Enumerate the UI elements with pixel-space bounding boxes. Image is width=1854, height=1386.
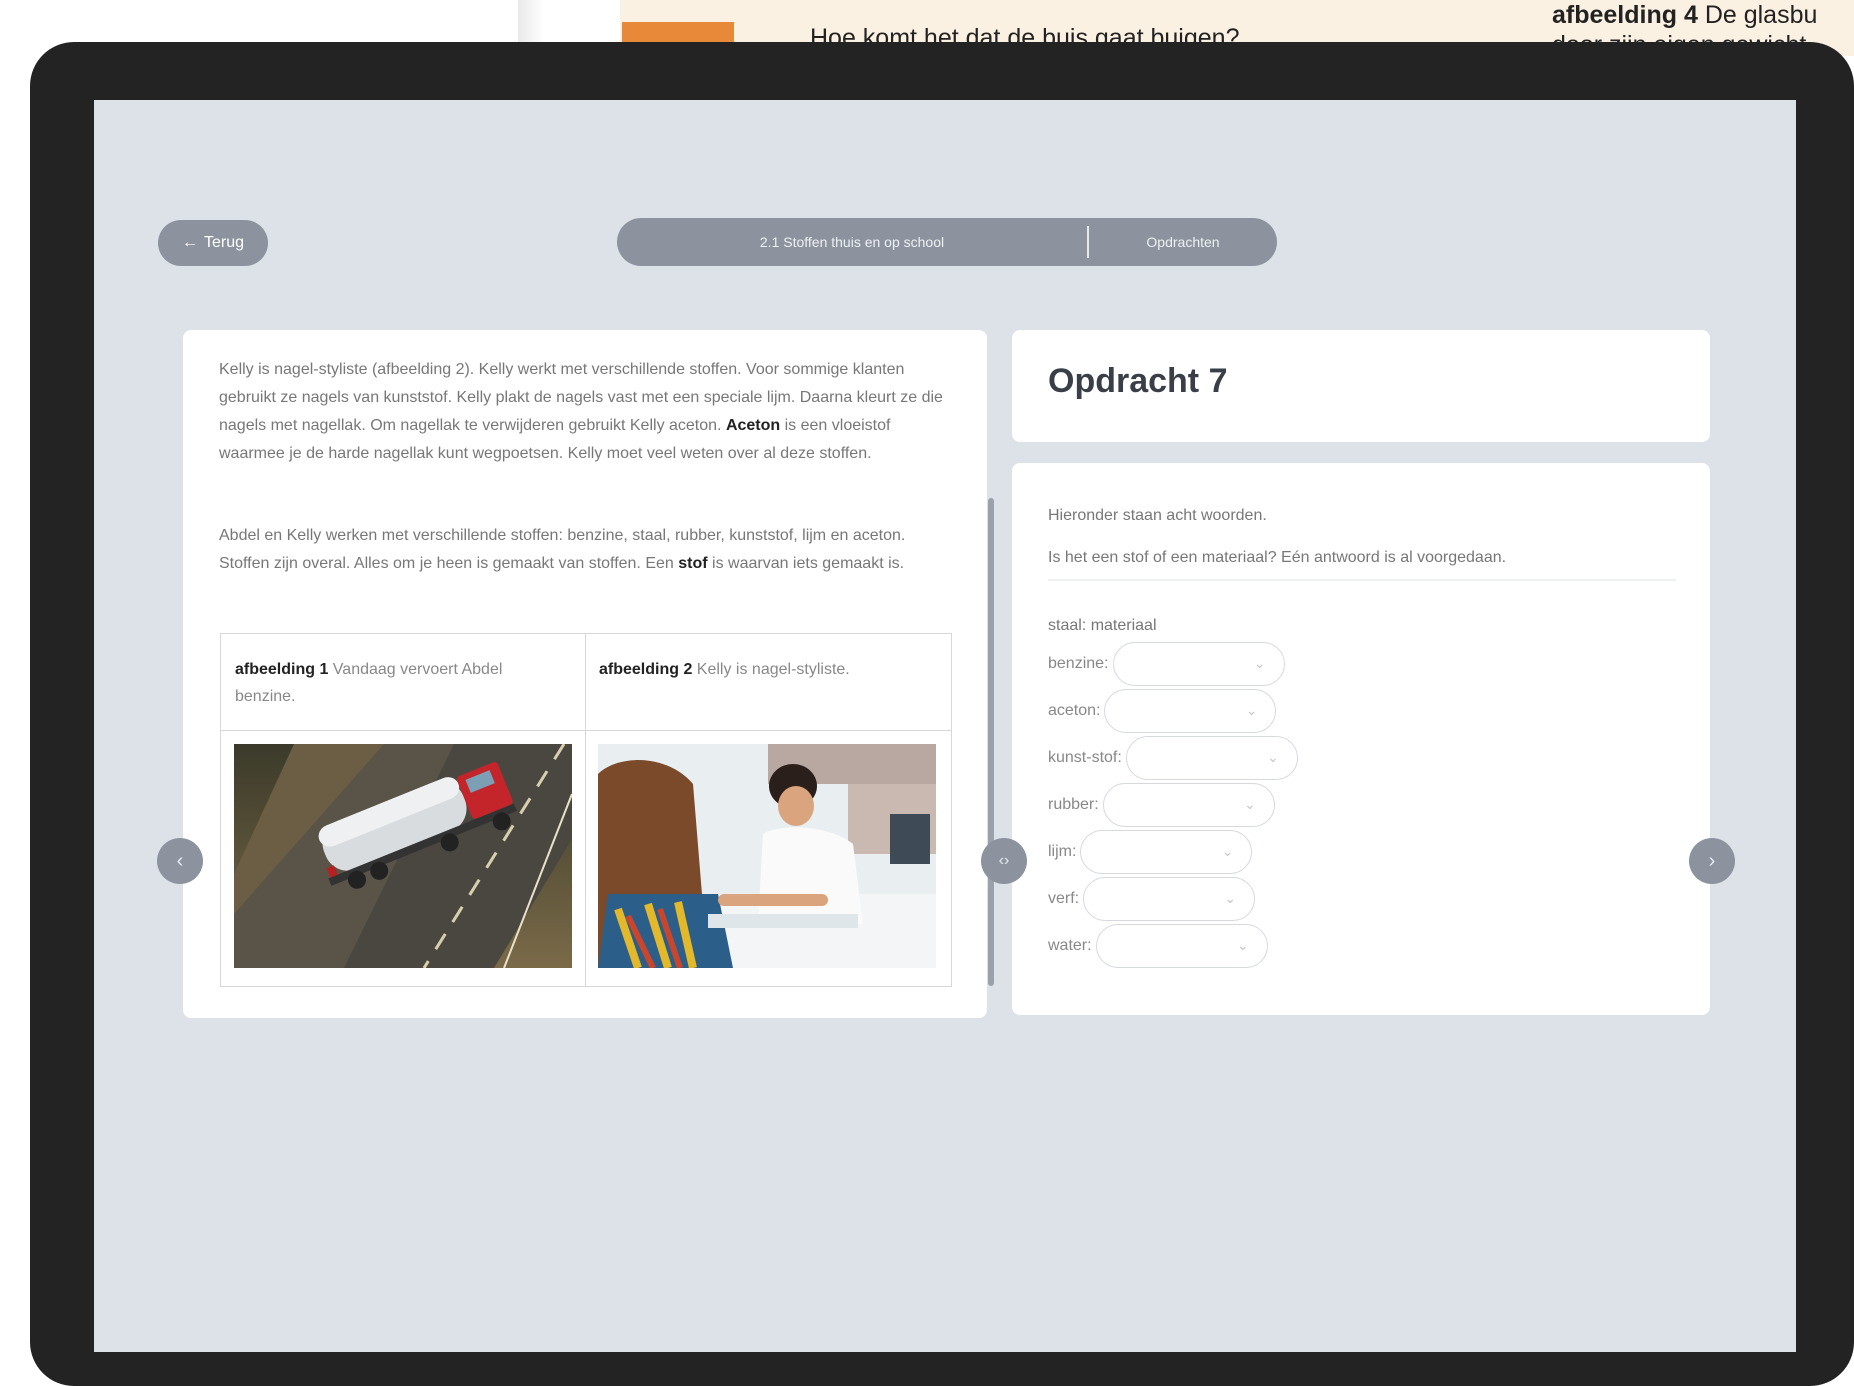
- answer-label: aceton:: [1048, 702, 1101, 719]
- book-caption-text: De glasbu: [1697, 1, 1818, 29]
- table-divider: [221, 730, 951, 731]
- answer-row-lijm: lijm: ⌄: [1048, 829, 1253, 875]
- example-answer: staal: materiaal: [1048, 617, 1157, 634]
- answer-label: benzine:: [1048, 655, 1109, 672]
- answer-row-aceton: aceton: ⌄: [1048, 688, 1277, 734]
- book-caption-bold: afbeelding 4: [1552, 1, 1698, 29]
- assignment-intro: Hieronder staan acht woorden.: [1048, 507, 1267, 524]
- table-divider: [585, 634, 586, 986]
- chevron-down-icon: ⌄: [1253, 655, 1266, 671]
- divider: [1048, 579, 1676, 581]
- breadcrumb-page[interactable]: Opdrachten: [1089, 234, 1277, 250]
- chevron-down-icon: ⌄: [1221, 843, 1234, 859]
- figure-2-text: Kelly is nagel-styliste.: [692, 661, 850, 678]
- tanker-truck-photo: [234, 744, 572, 968]
- answer-row-benzine: benzine: ⌄: [1048, 641, 1285, 687]
- assignment-card: Hieronder staan acht woorden. Is het een…: [1012, 463, 1710, 1015]
- nail-salon-photo: [598, 744, 936, 968]
- breadcrumb-section[interactable]: 2.1 Stoffen thuis en op school: [617, 234, 1087, 250]
- term-aceton: Aceton: [725, 417, 781, 434]
- figure-table: afbeelding 1 Vandaag vervoert Abdel benz…: [220, 633, 952, 987]
- chevron-down-icon: ⌄: [1245, 702, 1258, 718]
- answer-select-verf[interactable]: ⌄: [1083, 877, 1256, 921]
- chevron-left-right-icon: ‹›: [998, 852, 1010, 869]
- answer-label: lijm:: [1048, 843, 1077, 860]
- figure-1-label: afbeelding 1: [235, 661, 329, 678]
- chevron-down-icon: ⌄: [1243, 796, 1256, 812]
- paragraph-stoffen: Abdel en Kelly werken met verschillende …: [219, 522, 954, 578]
- answer-select-benzine[interactable]: ⌄: [1112, 642, 1285, 686]
- chevron-left-icon: ‹: [176, 849, 184, 872]
- next-button[interactable]: ›: [1689, 838, 1735, 884]
- answer-label: rubber:: [1048, 796, 1099, 813]
- back-button[interactable]: ← Terug: [158, 220, 268, 266]
- assignment-question: Is het een stof of een materiaal? Eén an…: [1048, 549, 1507, 566]
- answer-row-kunststof: kunst-stof: ⌄: [1048, 735, 1298, 781]
- reading-card: Kelly is nagel-styliste (afbeelding 2). …: [183, 330, 987, 1018]
- chevron-right-icon: ›: [1708, 849, 1716, 872]
- chevron-down-icon: ⌄: [1236, 937, 1249, 953]
- figure-2-caption: afbeelding 2 Kelly is nagel-styliste.: [599, 656, 939, 683]
- figure-2-label: afbeelding 2: [599, 661, 693, 678]
- chevron-down-icon: ⌄: [1267, 749, 1279, 765]
- paragraph-kelly: Kelly is nagel-styliste (afbeelding 2). …: [219, 356, 954, 468]
- answer-select-water[interactable]: ⌄: [1095, 924, 1268, 968]
- answer-select-kunststof[interactable]: ⌄: [1125, 736, 1298, 780]
- scrollbar-thumb[interactable]: [988, 498, 994, 986]
- answer-row-rubber: rubber: ⌄: [1048, 782, 1275, 828]
- answer-label: water:: [1048, 937, 1092, 954]
- answer-label: kunst-stof:: [1048, 749, 1122, 766]
- answer-select-lijm[interactable]: ⌄: [1080, 830, 1253, 874]
- panel-resize-handle[interactable]: ‹›: [981, 838, 1027, 884]
- answer-label: verf:: [1048, 890, 1080, 907]
- previous-button[interactable]: ‹: [157, 838, 203, 884]
- paragraph-stoffen-text-2: is waarvan iets gemaakt is.: [707, 555, 905, 572]
- assignment-title-card: Opdracht 7: [1012, 330, 1710, 442]
- chevron-down-icon: ⌄: [1224, 890, 1237, 906]
- answer-select-aceton[interactable]: ⌄: [1104, 689, 1277, 733]
- back-button-label: Terug: [203, 234, 245, 251]
- figure-1-caption: afbeelding 1 Vandaag vervoert Abdel benz…: [235, 656, 565, 710]
- breadcrumb: 2.1 Stoffen thuis en op school Opdrachte…: [617, 218, 1277, 266]
- answer-row-water: water: ⌄: [1048, 923, 1268, 969]
- assignment-title: Opdracht 7: [1048, 362, 1228, 400]
- term-stof: stof: [678, 555, 708, 572]
- arrow-left-icon: ←: [181, 234, 198, 251]
- answer-select-rubber[interactable]: ⌄: [1102, 783, 1275, 827]
- answer-row-verf: verf: ⌄: [1048, 876, 1256, 922]
